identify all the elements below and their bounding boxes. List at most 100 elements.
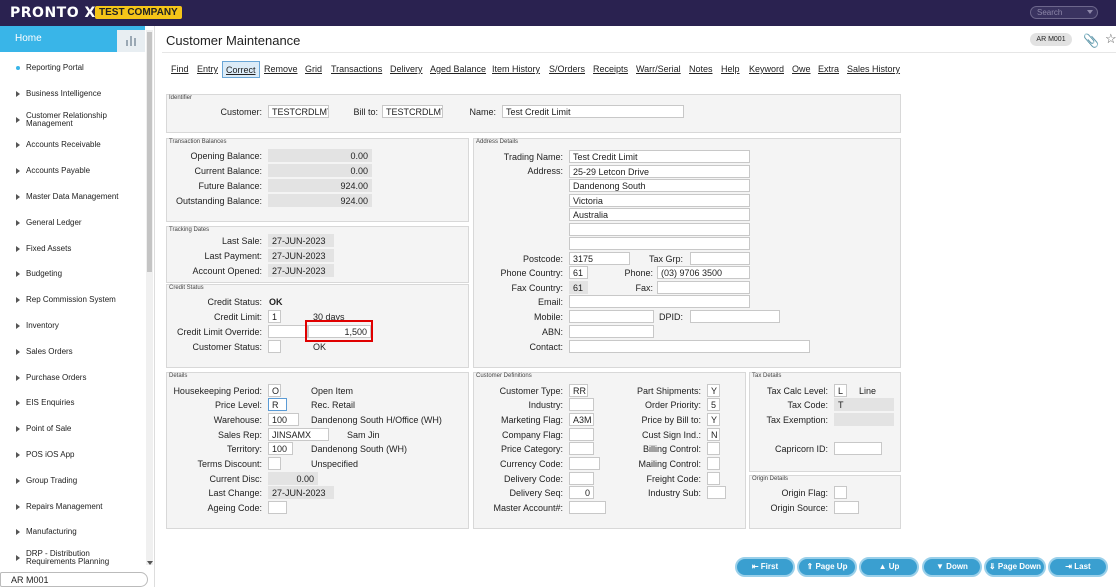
marketing-flag-field[interactable]: A3M <box>569 413 594 426</box>
sidebar-item[interactable]: Reporting Portal <box>0 56 145 80</box>
dpid-field[interactable] <box>690 310 780 323</box>
price-by-bill-to-field[interactable]: Y <box>707 413 720 426</box>
sales-rep-field[interactable]: JINSAMX <box>268 428 329 441</box>
territory-field[interactable]: 100 <box>268 442 293 455</box>
trading-name-field[interactable]: Test Credit Limit <box>569 150 750 163</box>
down-button[interactable]: ▼ Down <box>922 557 982 577</box>
menu-owe[interactable]: Owe <box>792 61 811 78</box>
postcode-field[interactable]: 3175 <box>569 252 630 265</box>
origin-source-field[interactable] <box>834 501 859 514</box>
menu-aged-balance[interactable]: Aged Balance <box>430 61 486 78</box>
sidebar-item[interactable]: Point of Sale <box>0 417 145 441</box>
menu-sales-history[interactable]: Sales History <box>847 61 900 78</box>
sidebar-item[interactable]: DRP - Distribution Requirements Planning <box>0 546 145 570</box>
sidebar-item[interactable]: Manufacturing <box>0 520 145 544</box>
customer-status-field[interactable] <box>268 340 281 353</box>
menu-find[interactable]: Find <box>171 61 189 78</box>
menu-delivery[interactable]: Delivery <box>390 61 423 78</box>
sidebar-item[interactable]: Rep Commission System <box>0 288 145 312</box>
ageing-code-field[interactable] <box>268 501 287 514</box>
menu-sorders[interactable]: S/Orders <box>549 61 585 78</box>
menu-remove[interactable]: Remove <box>264 61 298 78</box>
sidebar-item[interactable]: Sales Orders <box>0 340 145 364</box>
customer-field[interactable]: TESTCRDLMT <box>268 105 329 118</box>
menu-extra[interactable]: Extra <box>818 61 839 78</box>
sidebar-item[interactable]: Business Intelligence <box>0 82 145 106</box>
sidebar-item[interactable]: Master Data Management <box>0 185 145 209</box>
sidebar-item[interactable]: Purchase Orders <box>0 366 145 390</box>
abn-field[interactable] <box>569 325 654 338</box>
delivery-code-field[interactable] <box>569 472 594 485</box>
order-priority-field[interactable]: 5 <box>707 398 720 411</box>
mailing-control-field[interactable] <box>707 457 720 470</box>
credit-limit-override-blank[interactable] <box>268 325 308 338</box>
menu-keyword[interactable]: Keyword <box>749 61 784 78</box>
menu-item-history[interactable]: Item History <box>492 61 540 78</box>
price-category-field[interactable] <box>569 442 594 455</box>
master-account-field[interactable] <box>569 501 606 514</box>
terms-discount-field[interactable] <box>268 457 281 470</box>
contact-field[interactable] <box>569 340 810 353</box>
tax-calc-level-field[interactable]: L <box>834 384 847 397</box>
address-line-2[interactable]: Dandenong South <box>569 179 750 192</box>
freight-code-field[interactable] <box>707 472 720 485</box>
sidebar-item[interactable]: Customer Relationship Management <box>0 108 145 132</box>
phone-country-field[interactable]: 61 <box>569 266 588 279</box>
paperclip-icon[interactable]: 📎 <box>1083 33 1099 49</box>
name-field[interactable]: Test Credit Limit <box>502 105 684 118</box>
sidebar-item[interactable]: POS iOS App <box>0 443 145 467</box>
billto-field[interactable]: TESTCRDLMT <box>382 105 443 118</box>
company-flag-field[interactable] <box>569 428 594 441</box>
menu-warr-serial[interactable]: Warr/Serial <box>636 61 681 78</box>
page-up-button[interactable]: ⇑ Page Up <box>797 557 857 577</box>
address-line-1[interactable]: 25-29 Letcon Drive <box>569 165 750 178</box>
sidebar-item[interactable]: Repairs Management <box>0 495 145 519</box>
menu-help[interactable]: Help <box>721 61 740 78</box>
part-shipments-field[interactable]: Y <box>707 384 720 397</box>
fax-field[interactable] <box>657 281 750 294</box>
sidebar-item[interactable]: Group Trading <box>0 469 145 493</box>
menu-grid[interactable]: Grid <box>305 61 322 78</box>
address-line-4[interactable]: Australia <box>569 208 750 221</box>
menu-entry[interactable]: Entry <box>197 61 218 78</box>
warehouse-field[interactable]: 100 <box>268 413 299 426</box>
last-button[interactable]: ⇥ Last <box>1048 557 1108 577</box>
screen-code-field[interactable]: AR M001 <box>0 572 148 587</box>
sidebar-item[interactable]: EIS Enquiries <box>0 391 145 415</box>
mobile-field[interactable] <box>569 310 654 323</box>
price-level-field[interactable]: R <box>268 398 287 411</box>
menu-transactions[interactable]: Transactions <box>331 61 382 78</box>
credit-limit-field[interactable]: 1 <box>268 310 281 323</box>
sidebar-scrollbar[interactable] <box>146 30 153 565</box>
sidebar-item[interactable]: Budgeting <box>0 262 145 286</box>
page-down-button[interactable]: ⇓ Page Down <box>984 557 1046 577</box>
delivery-seq-field[interactable]: 0 <box>569 486 594 499</box>
housekeeping-field[interactable]: O <box>268 384 281 397</box>
customer-type-field[interactable]: RR <box>569 384 588 397</box>
tax-grp-field[interactable] <box>690 252 750 265</box>
cust-sign-field[interactable]: N <box>707 428 720 441</box>
sidebar-item[interactable]: General Ledger <box>0 211 145 235</box>
sidebar-item[interactable]: Accounts Payable <box>0 159 145 183</box>
sidebar-item[interactable]: Inventory <box>0 314 145 338</box>
industry-sub-field[interactable] <box>707 486 726 499</box>
phone-field[interactable]: (03) 9706 3500 <box>657 266 750 279</box>
email-field[interactable] <box>569 295 750 308</box>
sidebar-item[interactable]: Fixed Assets <box>0 237 145 261</box>
menu-correct[interactable]: Correct <box>222 61 260 78</box>
scroll-down-icon[interactable] <box>147 561 153 565</box>
address-line-6[interactable] <box>569 237 750 250</box>
menu-receipts[interactable]: Receipts <box>593 61 628 78</box>
star-icon[interactable]: ☆ <box>1105 31 1116 47</box>
screen-code-badge[interactable]: AR M001 <box>1030 33 1072 46</box>
sidebar-item[interactable]: Accounts Receivable <box>0 133 145 157</box>
billing-control-field[interactable] <box>707 442 720 455</box>
scrollbar-thumb[interactable] <box>147 32 152 272</box>
search-input[interactable]: Search <box>1030 6 1098 19</box>
capricorn-id-field[interactable] <box>834 442 882 455</box>
chart-icon[interactable] <box>117 30 145 52</box>
origin-flag-field[interactable] <box>834 486 847 499</box>
menu-notes[interactable]: Notes <box>689 61 713 78</box>
address-line-3[interactable]: Victoria <box>569 194 750 207</box>
industry-field[interactable] <box>569 398 594 411</box>
